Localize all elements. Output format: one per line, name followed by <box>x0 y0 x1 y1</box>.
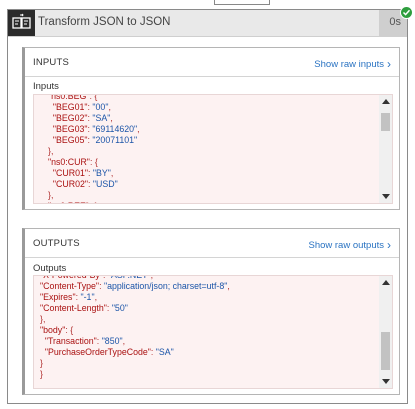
scroll-up-icon[interactable] <box>382 99 390 104</box>
code-line: "CUR01": "BY", <box>52 168 114 178</box>
outputs-scrollbar[interactable] <box>379 276 392 388</box>
outputs-section: OUTPUTS Show raw outputs › Outputs "X-Pow… <box>22 228 400 395</box>
code-line: }, <box>40 314 46 324</box>
code-line: "BEG05": "20071101" <box>52 135 138 145</box>
show-raw-outputs-label: Show raw outputs <box>308 240 384 251</box>
code-line: "BEG03": "69114620", <box>52 124 140 134</box>
inputs-code-viewer[interactable]: "ns0:BEG": { "BEG01": "00", "BEG02": "SA… <box>33 94 393 204</box>
success-status-icon <box>400 6 413 19</box>
inputs-scrollbar[interactable] <box>379 95 392 203</box>
action-title: Transform JSON to JSON <box>38 16 171 28</box>
inputs-section-header: INPUTS Show raw inputs › <box>25 48 399 77</box>
scrollbar-thumb[interactable] <box>381 332 390 370</box>
chevron-right-icon: › <box>387 238 391 252</box>
code-line: "body": { <box>40 325 74 335</box>
scroll-down-icon[interactable] <box>382 194 390 199</box>
code-line: "Transaction": "850", <box>44 336 126 346</box>
code-line: } <box>40 358 43 368</box>
scrollbar-thumb[interactable] <box>381 113 390 131</box>
code-line: }, <box>48 190 54 200</box>
duration-text: 0s <box>389 16 401 28</box>
code-line: "ns0:CUR": { <box>48 157 98 167</box>
code-line: "Content-Type": "application/json; chars… <box>40 281 230 291</box>
inputs-section: INPUTS Show raw inputs › Inputs "ns0:BEG"… <box>22 47 400 210</box>
show-raw-outputs-link[interactable]: Show raw outputs › <box>308 237 391 252</box>
code-line: "Expires": "-1", <box>40 292 98 302</box>
code-line: "CUR02": "USD" <box>52 179 118 189</box>
show-raw-inputs-label: Show raw inputs <box>314 59 384 70</box>
inputs-label: Inputs <box>33 81 59 92</box>
code-line: "ns0:BEG": { <box>48 94 98 101</box>
top-tab <box>214 0 270 5</box>
outputs-label: Outputs <box>33 263 67 274</box>
scroll-down-icon[interactable] <box>382 379 390 384</box>
code-line: "BEG01": "00", <box>52 102 111 112</box>
action-header[interactable]: Transform JSON to JSON 0s <box>8 10 407 37</box>
inputs-code-lines: "ns0:BEG": { "BEG01": "00", "BEG02": "SA… <box>48 94 140 203</box>
code-line: } <box>40 369 43 379</box>
outputs-title: OUTPUTS <box>33 238 80 249</box>
code-line: "Content-Length": "50" <box>40 303 128 313</box>
code-line: "BEG02": "SA", <box>52 113 113 123</box>
chevron-right-icon: › <box>387 57 391 71</box>
code-line: "PurchaseOrderTypeCode": "SA" <box>44 347 174 357</box>
inputs-title: INPUTS <box>33 57 70 68</box>
transform-icon <box>12 13 31 29</box>
scroll-up-icon[interactable] <box>382 280 390 285</box>
action-icon-container <box>8 10 35 36</box>
code-line: "ns0:REF": { <box>48 201 140 203</box>
outputs-code-viewer[interactable]: "X-Powered-By": "ASP.NET", "Content-Type"… <box>33 275 393 389</box>
show-raw-inputs-link[interactable]: Show raw inputs › <box>314 56 391 71</box>
outputs-section-header: OUTPUTS Show raw outputs › <box>25 229 399 258</box>
action-card: Transform JSON to JSON 0s INPUTS Show ra… <box>7 9 408 404</box>
outputs-code-lines: "X-Powered-By": "ASP.NET", "Content-Type"… <box>40 276 230 380</box>
code-line: }, <box>48 146 54 156</box>
